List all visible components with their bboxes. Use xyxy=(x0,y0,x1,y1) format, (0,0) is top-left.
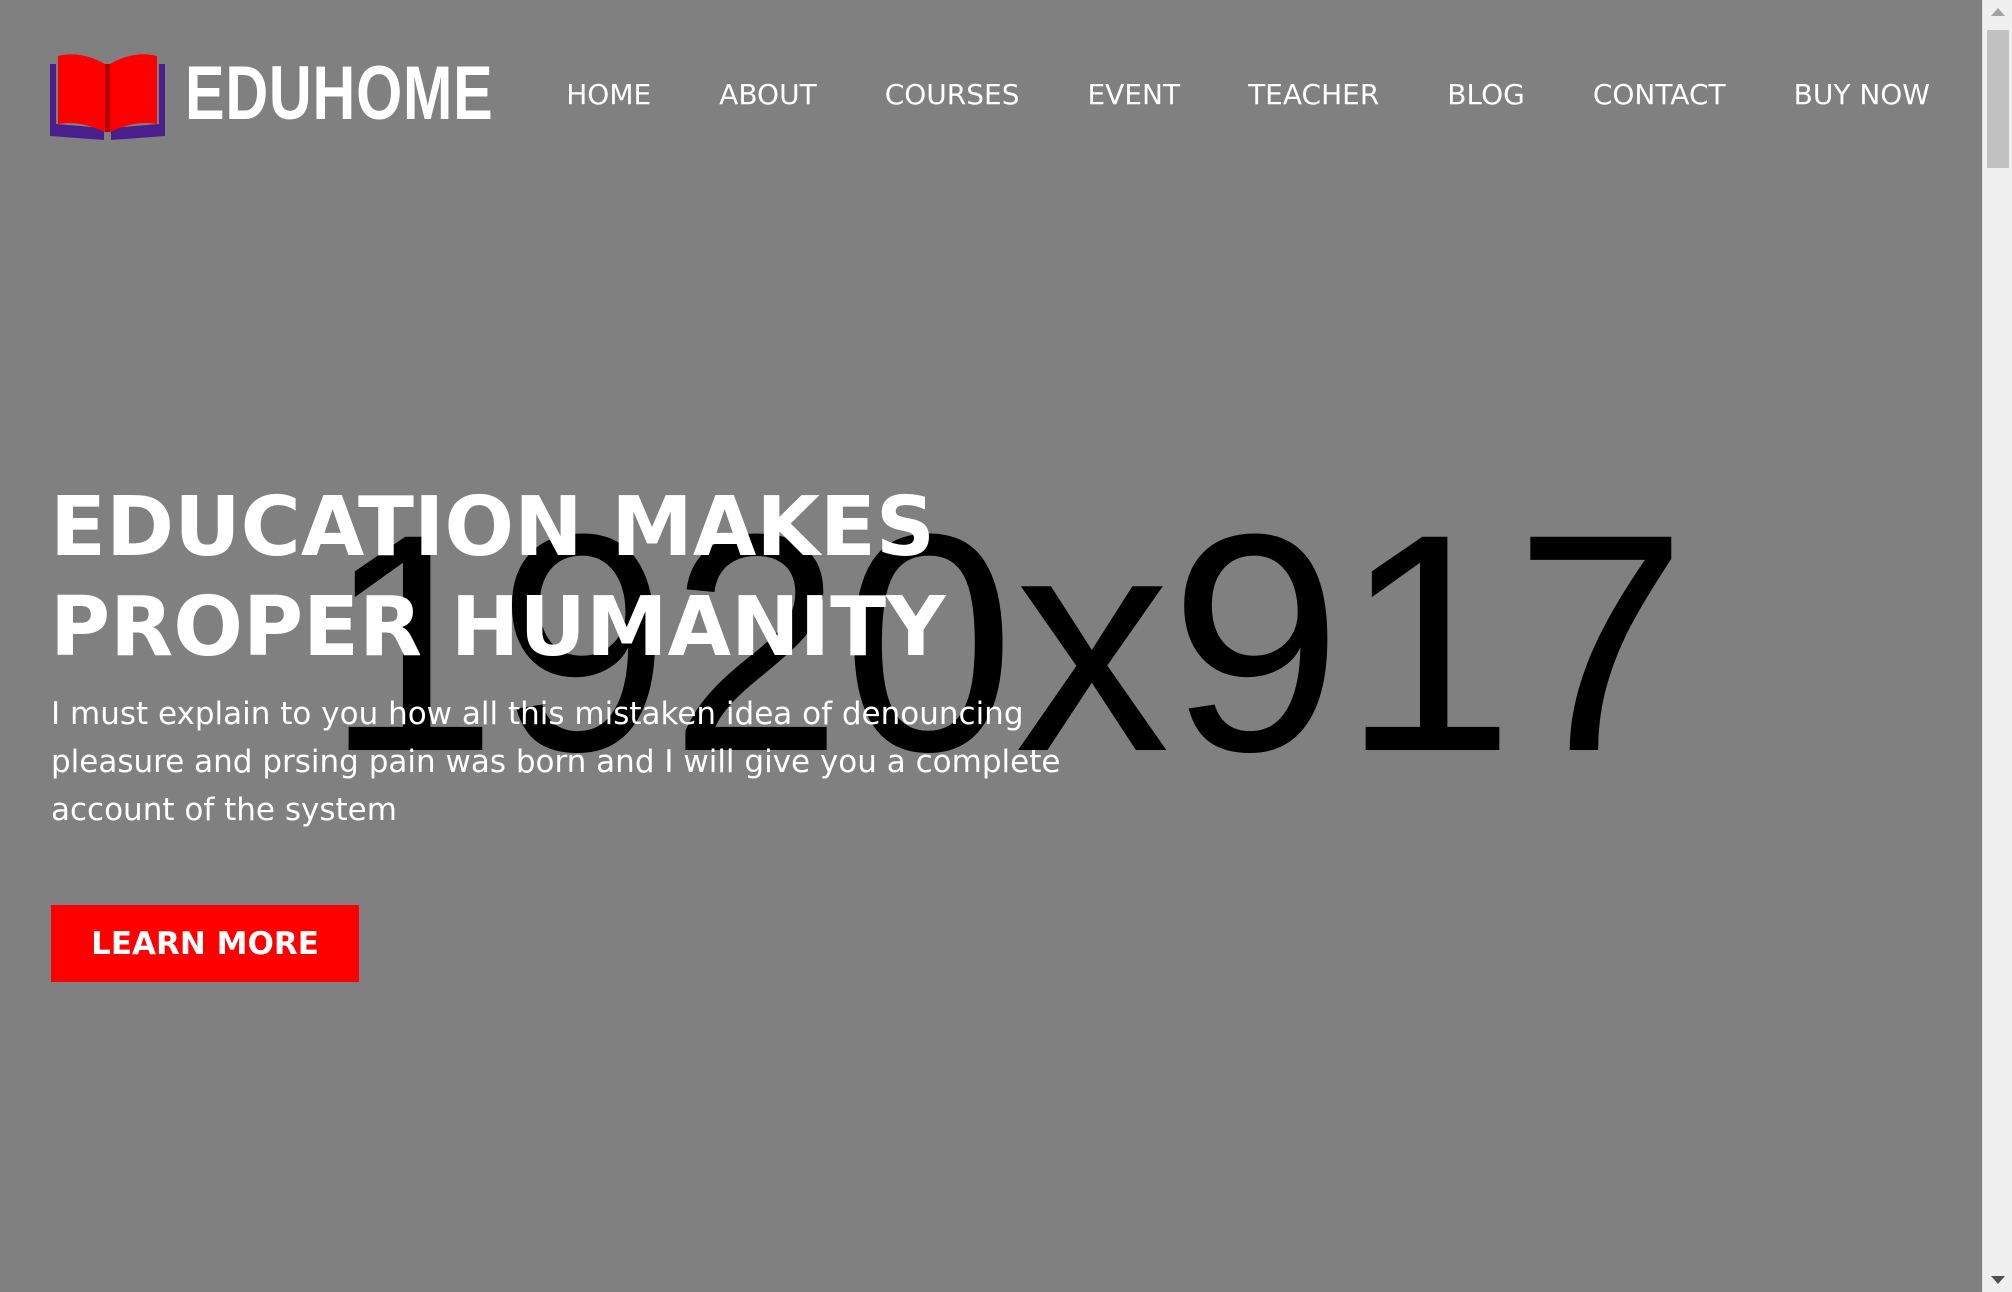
nav-teacher[interactable]: TEACHER xyxy=(1248,78,1379,111)
nav-home[interactable]: HOME xyxy=(566,78,651,111)
learn-more-button[interactable]: LEARN MORE xyxy=(51,905,359,982)
vertical-scrollbar[interactable] xyxy=(1982,0,2012,1292)
scroll-up-arrow-icon[interactable] xyxy=(1991,8,2005,16)
logo-text: EDUHOME xyxy=(185,51,494,136)
hero-description: I must explain to you how all this mista… xyxy=(51,696,1061,828)
page: 1920x917 EDUHOME HOME ABOUT COURSES EVEN… xyxy=(0,0,1982,1292)
hero-title-line-2: PROPER HUMANITY xyxy=(50,580,946,675)
nav-event[interactable]: EVENT xyxy=(1087,78,1180,111)
scrollbar-thumb[interactable] xyxy=(1987,30,2009,168)
open-book-icon xyxy=(50,48,165,140)
nav-contact[interactable]: CONTACT xyxy=(1593,78,1726,111)
hero-title-line-1: EDUCATION MAKES xyxy=(50,480,935,575)
hero-title: EDUCATION MAKES PROPER HUMANITY xyxy=(50,478,945,678)
nav-blog[interactable]: BLOG xyxy=(1447,78,1525,111)
nav-courses[interactable]: COURSES xyxy=(885,78,1020,111)
nav-buy-now[interactable]: BUY NOW xyxy=(1794,78,1930,111)
main-nav: HOME ABOUT COURSES EVENT TEACHER BLOG CO… xyxy=(566,78,1930,111)
nav-about[interactable]: ABOUT xyxy=(719,78,817,111)
scroll-down-arrow-icon[interactable] xyxy=(1991,1276,2005,1284)
site-logo[interactable]: EDUHOME xyxy=(50,48,580,140)
